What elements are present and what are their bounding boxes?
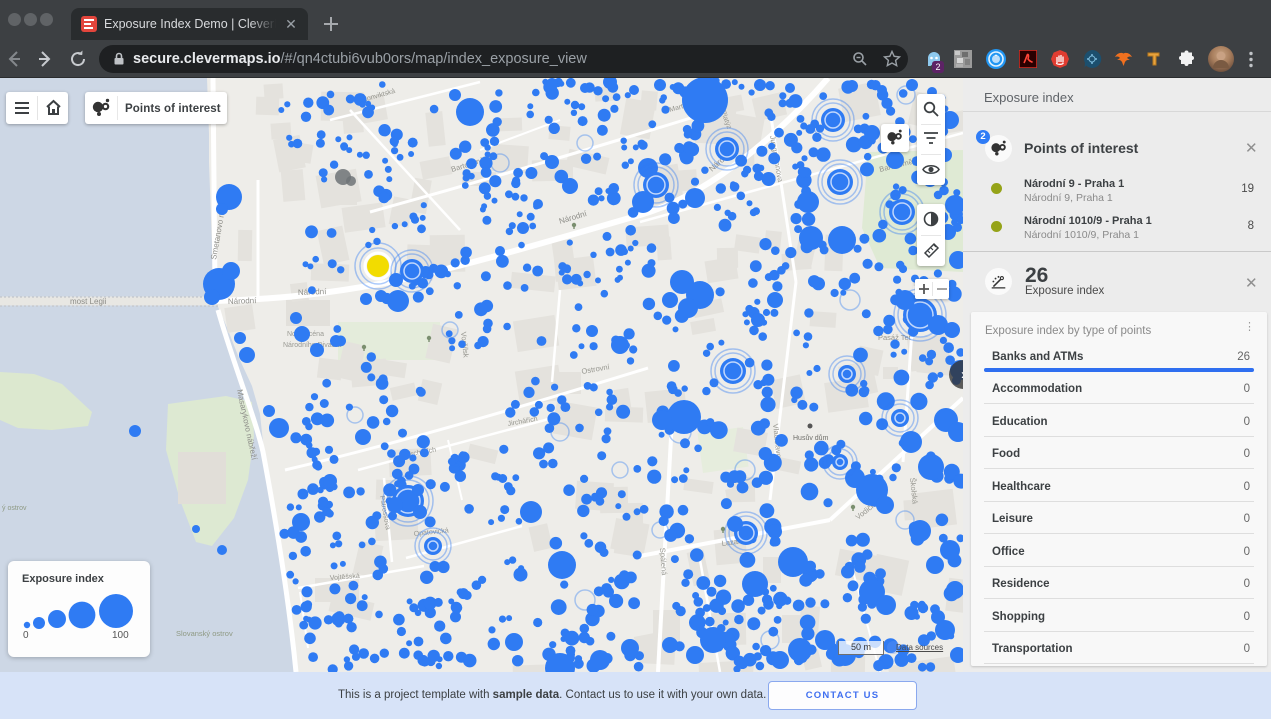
svg-text:ý ostrov: ý ostrov <box>2 505 27 512</box>
svg-text:Husův dům: Husův dům <box>793 434 829 442</box>
svg-text:most Legii: most Legii <box>70 297 107 306</box>
svg-text:Národní: Národní <box>228 296 258 306</box>
svg-text:Slovanský ostrov: Slovanský ostrov <box>176 629 233 638</box>
